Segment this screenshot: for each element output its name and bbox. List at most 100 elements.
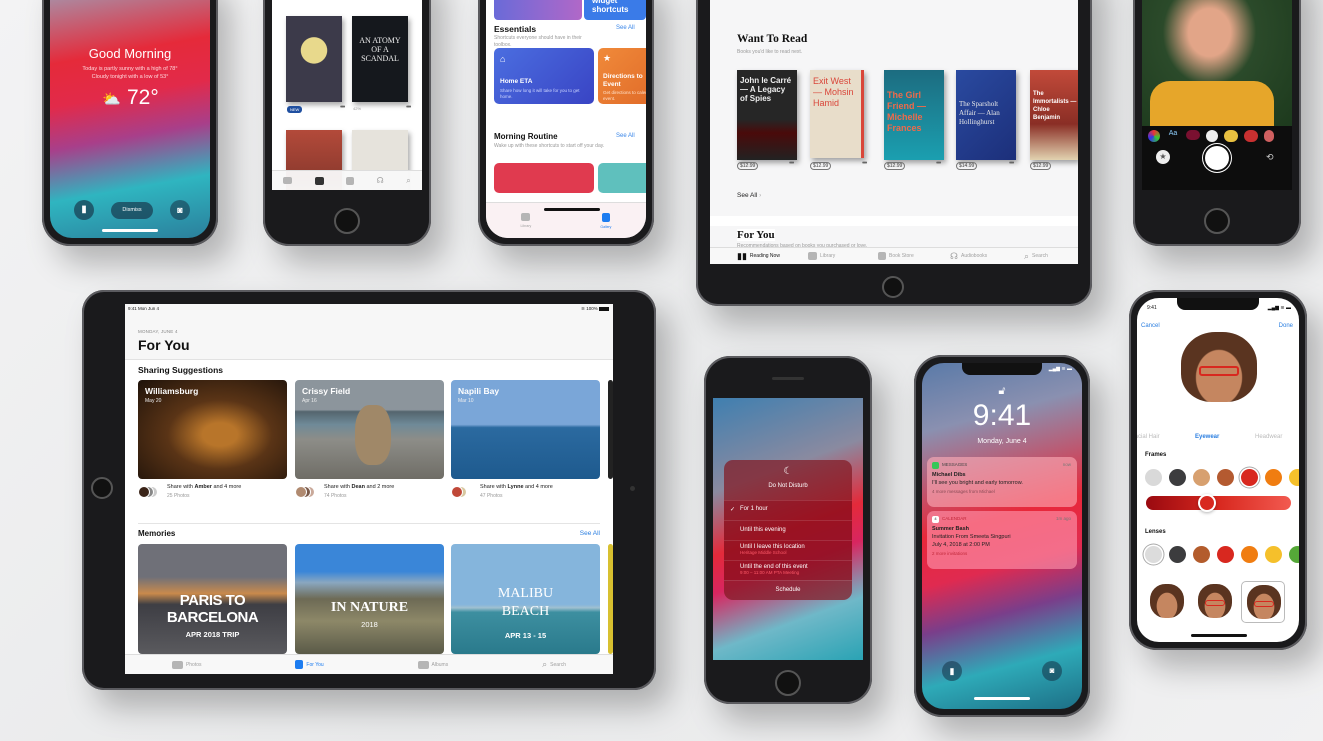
book-cover[interactable]: The Girl Friend — Michelle Frances [884,70,944,160]
more-button[interactable]: ••• [936,160,941,167]
book-cover[interactable]: An Atomy of a Scandal [352,16,408,102]
tab-audiobooks[interactable]: ☊ [377,176,384,185]
more-button[interactable]: ••• [1009,160,1014,167]
shapes-icon[interactable] [1186,130,1200,140]
shortcut-card[interactable] [494,163,594,193]
home-button[interactable] [334,208,360,234]
tab-reading-now[interactable] [283,177,293,184]
dnd-option[interactable]: ✓ For 1 hour [724,500,852,520]
book-cover[interactable] [286,16,342,102]
frame-color-swatch[interactable] [1217,469,1234,486]
emoji-sticker-icon[interactable] [1264,130,1274,142]
slider-thumb[interactable] [1197,494,1216,512]
more-button[interactable]: ••• [406,104,411,111]
lens-color-swatch[interactable] [1289,546,1299,563]
see-all-link[interactable]: See All [616,133,635,139]
dnd-option[interactable]: Until this evening [724,520,852,540]
tab-library[interactable]: Library [782,252,854,260]
effects-star-button[interactable]: ★ [1156,150,1170,164]
done-button[interactable]: Done [1279,323,1293,329]
category-headwear[interactable]: Headwear [1255,434,1282,440]
lens-color-swatch[interactable] [1265,546,1282,563]
shortcut-card-home-eta[interactable]: ⌂ Home ETA Share how long it will take f… [494,48,594,104]
book-cover[interactable]: The Immortalists — Chloe Benjamin [1030,70,1078,160]
share-row[interactable]: Share with Lynne and 4 more 47 Photos [451,484,600,504]
price-button[interactable]: $14.99 [956,162,978,170]
tab-search[interactable]: ⌕ Search [542,659,566,670]
flashlight-button[interactable]: ▮ [74,200,94,220]
home-button[interactable] [91,477,113,499]
tab-audiobooks[interactable]: ☊ Audiobooks [926,251,998,262]
suggestion-card-peek[interactable] [608,380,613,479]
frame-tint-slider[interactable] [1146,494,1291,512]
notification-calendar[interactable]: 4 CALENDAR 1m ago Summer Bash Invitation… [927,511,1077,569]
suggestion-card[interactable]: Crissy Field Apr 16 [295,380,444,479]
eyewear-style-option[interactable] [1241,581,1285,623]
tab-search[interactable]: ⌕ Search [998,251,1070,262]
memory-card-peek[interactable] [608,544,613,654]
flip-camera-button[interactable]: ⟲ [1266,152,1274,163]
category-eyewear[interactable]: Eyewear [1195,434,1219,440]
dnd-option[interactable]: Until I leave this location Heritage Mid… [724,540,852,560]
shutter-button[interactable] [1205,146,1229,170]
more-button[interactable]: ••• [789,160,794,167]
book-cover[interactable]: Exit West — Mohsin Hamid [810,70,864,158]
frame-color-swatch[interactable] [1169,469,1186,486]
price-button[interactable]: $12.99 [737,162,759,170]
shortcut-card[interactable] [598,163,646,193]
flashlight-button[interactable]: ▮ [942,661,962,681]
suggestion-card[interactable]: Williamsburg May 20 [138,380,287,479]
frame-color-swatch[interactable] [1241,469,1258,486]
tab-book-store[interactable]: Book Store [854,252,926,260]
home-button[interactable] [1204,208,1230,234]
see-all-link[interactable]: See All [580,530,600,537]
widget-shortcuts-card[interactable]: widget shortcuts [584,0,646,20]
lens-color-swatch[interactable] [1145,546,1162,563]
burger-sticker-icon[interactable] [1224,130,1238,142]
share-row[interactable]: Share with Dean and 2 more 74 Photos [295,484,444,504]
frame-color-swatch[interactable] [1145,469,1162,486]
tab-reading-now[interactable]: ▮▮ Reading Now [710,251,782,262]
share-row[interactable]: Share with Amber and 4 more 25 Photos [138,484,287,504]
shortcut-card-directions[interactable]: ★ Directions to Event Get directions to … [598,48,646,104]
lens-color-swatch[interactable] [1169,546,1186,563]
camera-button[interactable]: ◙ [170,200,190,220]
price-button[interactable]: $12.99 [1030,162,1052,170]
filters-icon[interactable] [1148,130,1160,142]
more-button[interactable]: ••• [862,160,867,167]
lens-color-swatch[interactable] [1241,546,1258,563]
tab-photos[interactable]: Photos [171,660,202,669]
eyewear-style-option[interactable] [1193,581,1237,623]
sticker-icon[interactable] [1206,130,1218,142]
tab-albums[interactable]: Albums [417,660,448,669]
camera-button[interactable]: ◙ [1042,661,1062,681]
more-button[interactable]: ••• [340,104,345,111]
see-all-link[interactable]: See All [616,25,635,31]
price-button[interactable]: $12.99 [884,162,906,170]
book-cover[interactable]: The Sparsholt Affair — Alan Hollinghurst [956,70,1016,160]
dnd-option[interactable]: Until the end of this event 9:00 – 11:00… [724,560,852,580]
memory-card[interactable]: MALIBU BEACH APR 13 - 15 [451,544,600,654]
tab-library[interactable] [314,176,324,185]
see-all-link[interactable]: See All › [737,192,761,199]
suggestion-card[interactable]: Napili Bay Mar 10 [451,380,600,479]
book-cover[interactable]: John le Carré — A Legacy of Spies [737,70,797,160]
category-facial-hair[interactable]: Facial Hair [1137,434,1160,440]
price-button[interactable]: $12.99 [810,162,832,170]
dismiss-button[interactable]: Dismiss [111,202,153,219]
tab-search[interactable]: ⌕ [406,176,410,186]
tab-library[interactable]: Library [521,213,531,228]
cancel-button[interactable]: Cancel [1141,323,1160,329]
frame-color-swatch[interactable] [1289,469,1299,486]
text-effect-icon[interactable]: Aa [1166,130,1180,142]
eyewear-style-option[interactable] [1145,581,1189,623]
panda-sticker-icon[interactable] [1244,130,1258,142]
lens-color-swatch[interactable] [1193,546,1210,563]
home-button[interactable] [775,670,801,696]
schedule-button[interactable]: Schedule [724,580,852,600]
tab-gallery[interactable]: Gallery [600,212,611,229]
memory-card[interactable]: PARIS TO BARCELONA APR 2018 TRIP [138,544,287,654]
memory-card[interactable]: IN NATURE 2018 [295,544,444,654]
lens-color-swatch[interactable] [1217,546,1234,563]
frame-color-swatch[interactable] [1193,469,1210,486]
